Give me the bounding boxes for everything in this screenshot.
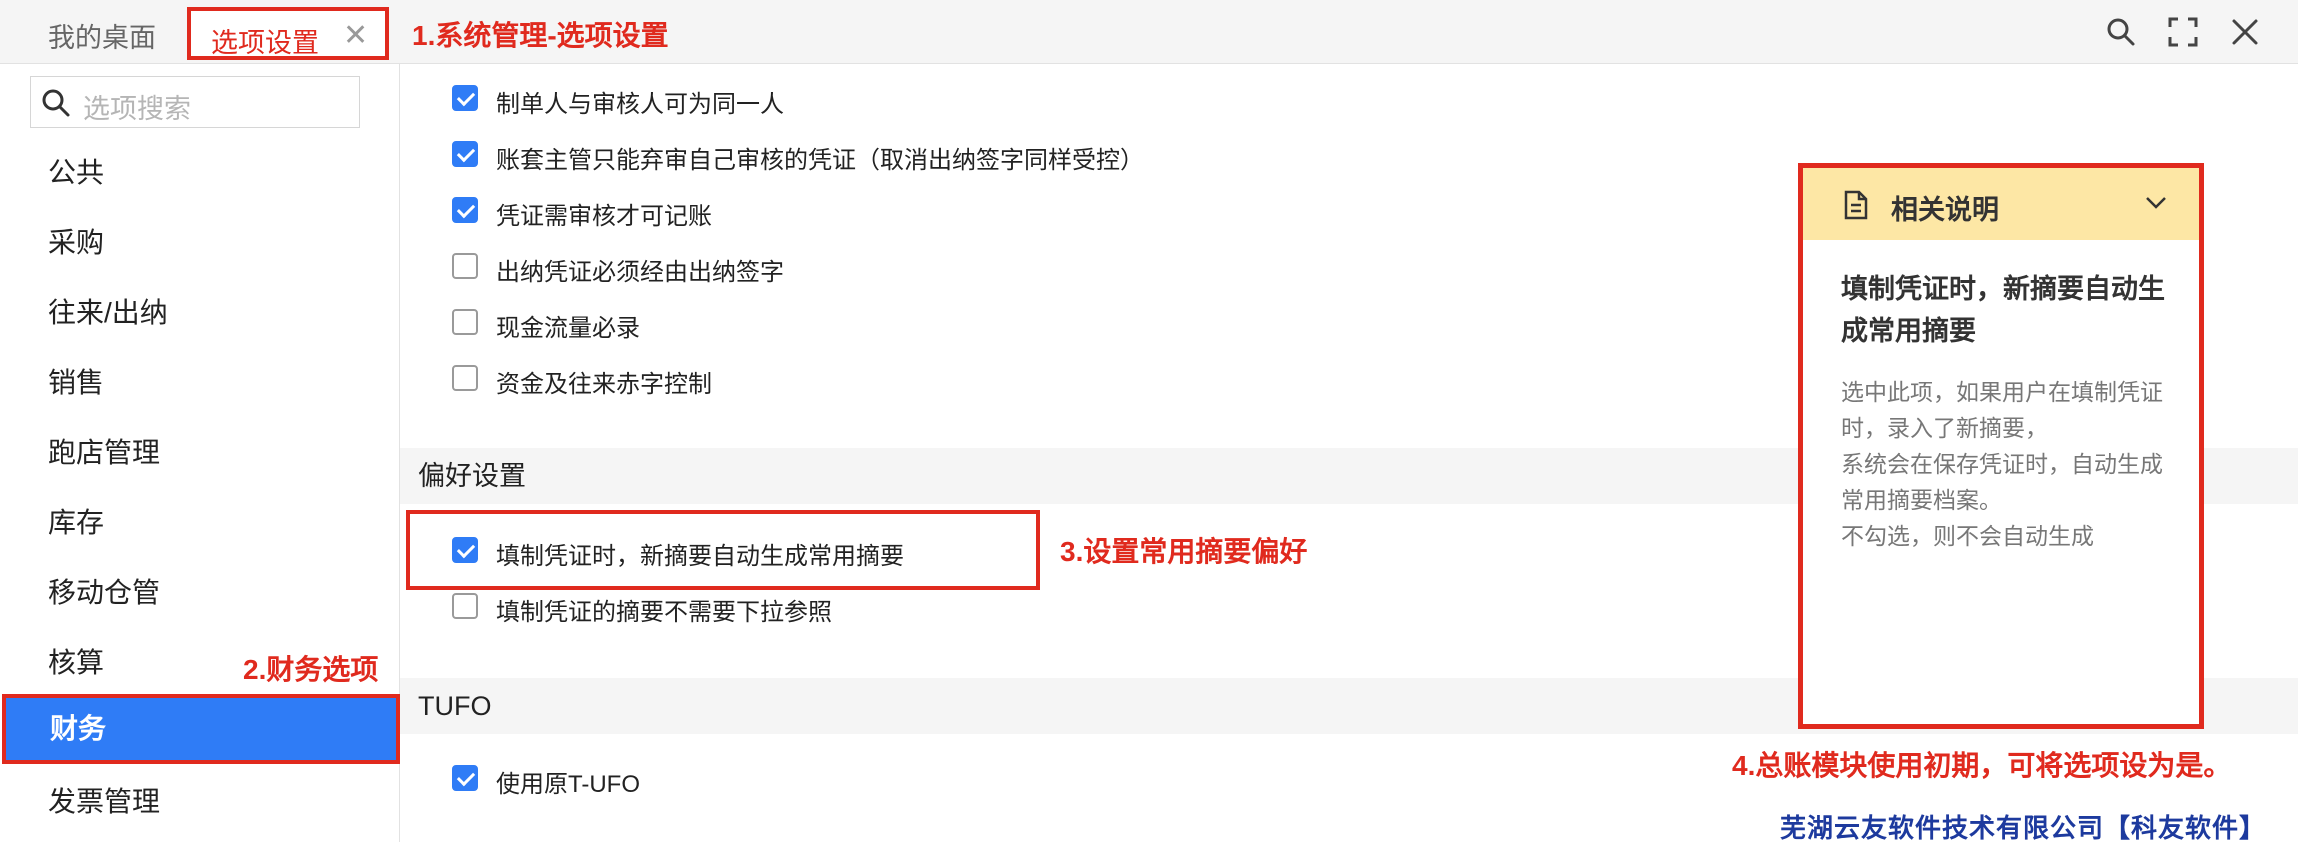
option-label: 使用原T-UFO [496,771,640,798]
help-line: 选中此项，如果用户在填制凭证时，录入了新摘要， [1841,379,2163,441]
option-checkbox[interactable] [452,141,478,167]
option-checkbox[interactable] [452,253,478,279]
help-panel-title: 相关说明 [1891,195,1999,225]
help-line: 系统会在保存凭证时，自动生成常用摘要档案。 [1841,451,2163,513]
tab-options-settings[interactable]: 选项设置 ✕ [187,7,389,60]
option-label: 制单人与审核人可为同一人 [496,91,784,118]
sidebar-item-invoice[interactable]: 发票管理 [0,767,400,837]
tab-my-desktop[interactable]: 我的桌面 [48,16,156,55]
option-checkbox[interactable] [452,537,478,563]
annotation-step2: 2.财务选项 [243,654,379,685]
option-label: 资金及往来赤字控制 [496,371,712,398]
sidebar-item-sales[interactable]: 销售 [0,348,400,418]
option-checkbox[interactable] [452,765,478,791]
option-label: 出纳凭证必须经由出纳签字 [496,259,784,286]
option-checkbox[interactable] [452,309,478,335]
top-tab-bar: 我的桌面 选项设置 ✕ 1.系统管理-选项设置 [0,0,2298,64]
help-panel-header[interactable]: 相关说明 [1803,168,2199,240]
close-icon[interactable] [2228,15,2262,49]
annotation-step4: 4.总账模块使用初期，可将选项设为是。 [1732,750,2232,781]
sidebar-item-inventory[interactable]: 库存 [0,488,400,558]
annotation-step1: 1.系统管理-选项设置 [412,20,669,51]
option-label: 账套主管只能弃审自己审核的凭证（取消出纳签字同样受控） [496,147,1144,174]
search-icon [42,89,70,117]
option-checkbox[interactable] [452,85,478,111]
sidebar-item-ar-ap-cashier[interactable]: 往来/出纳 [0,278,400,348]
sidebar-item-store-visits[interactable]: 跑店管理 [0,418,400,488]
help-line: 不勾选，则不会自动生成 [1841,523,2094,549]
search-placeholder: 选项搜索 [83,94,191,124]
annotation-step3: 3.设置常用摘要偏好 [1060,536,1308,567]
option-label: 现金流量必录 [496,315,640,342]
option-checkbox[interactable] [452,197,478,223]
chevron-down-icon[interactable] [2145,196,2167,210]
option-label: 填制凭证的摘要不需要下拉参照 [496,599,832,626]
document-icon [1844,190,1868,220]
option-checkbox[interactable] [452,593,478,619]
fullscreen-icon[interactable] [2166,15,2200,49]
option-search-input[interactable]: 选项搜索 [30,76,360,128]
search-icon[interactable] [2104,15,2138,49]
sidebar-item-public[interactable]: 公共 [0,138,400,208]
company-watermark: 芜湖云友软件技术有限公司【科友软件】 [1780,813,2267,843]
help-panel-body: 填制凭证时，新摘要自动生成常用摘要 选中此项，如果用户在填制凭证时，录入了新摘要… [1841,268,2171,554]
help-description: 选中此项，如果用户在填制凭证时，录入了新摘要， 系统会在保存凭证时，自动生成常用… [1841,374,2171,554]
help-heading: 填制凭证时，新摘要自动生成常用摘要 [1841,274,2165,346]
help-panel: 相关说明 填制凭证时，新摘要自动生成常用摘要 选中此项，如果用户在填制凭证时，录… [1798,163,2204,729]
sidebar-item-mobile-warehouse[interactable]: 移动仓管 [0,558,400,628]
options-sidebar: 选项搜索 公共 采购 往来/出纳 销售 跑店管理 库存 移动仓管 核算 2.财务… [0,64,400,842]
option-label: 凭证需审核才可记账 [496,203,712,230]
option-checkbox[interactable] [452,365,478,391]
option-label: 填制凭证时，新摘要自动生成常用摘要 [496,543,904,570]
sidebar-item-finance[interactable]: 财务 [2,694,400,764]
tab-close-icon[interactable]: ✕ [343,18,368,53]
tab-options-settings-label: 选项设置 [211,28,319,58]
sidebar-item-purchase[interactable]: 采购 [0,208,400,278]
